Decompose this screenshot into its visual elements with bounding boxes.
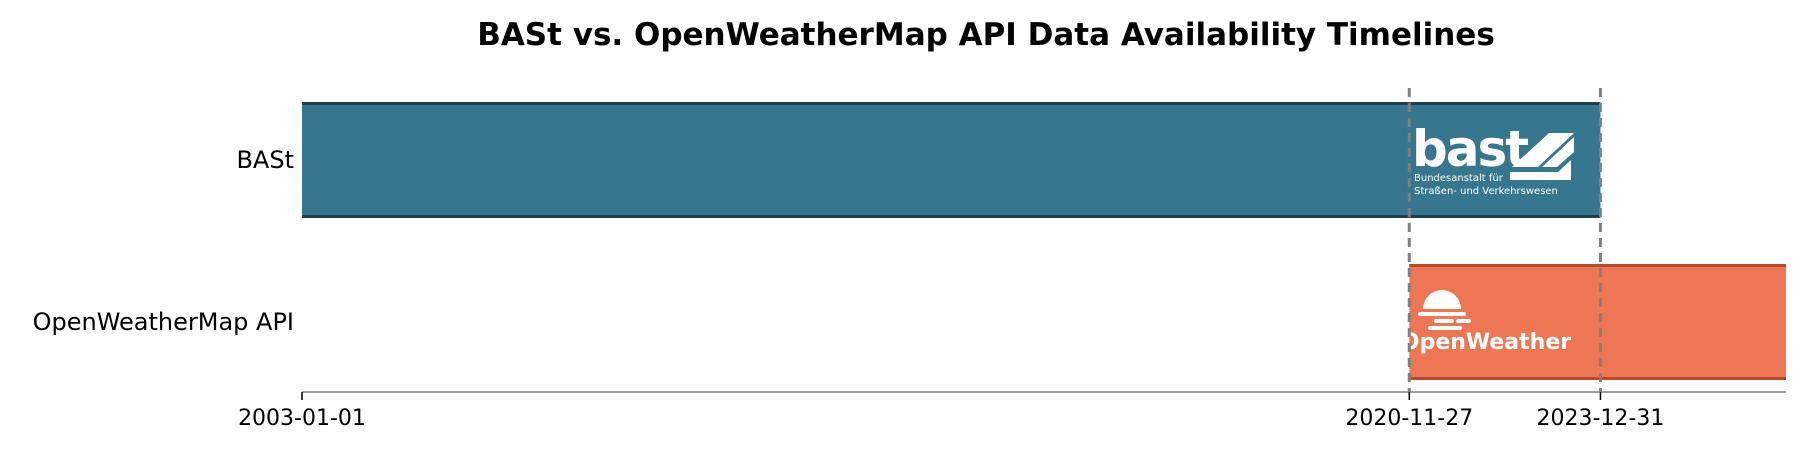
timeline-chart: BASt vs. OpenWeatherMap API Data Availab… [33, 17, 1786, 431]
sun-cloud-icon-bar [1418, 312, 1466, 316]
openweather-wordmark: OpenWeather [1401, 330, 1571, 355]
category-label: OpenWeatherMap API [33, 308, 294, 336]
timeline-bar [302, 102, 1601, 218]
bast-tagline-line1: Bundesanstalt für [1414, 173, 1504, 184]
bast-tagline-line2: Straßen- und Verkehrswesen [1414, 186, 1558, 197]
x-tick-label: 2023-12-31 [1537, 406, 1665, 431]
x-tick-label: 2020-11-27 [1345, 406, 1473, 431]
bast-wordmark: bast [1412, 120, 1528, 178]
category-labels: BASt OpenWeatherMap API [33, 146, 294, 336]
x-axis: 2003-01-01 2020-11-27 2023-12-31 [238, 391, 1786, 431]
chart-title: BASt vs. OpenWeatherMap API Data Availab… [477, 17, 1495, 53]
x-tick-label: 2003-01-01 [238, 406, 366, 431]
category-label: BASt [236, 146, 294, 174]
sun-cloud-icon-bar [1456, 319, 1471, 323]
sun-cloud-icon-bar [1434, 319, 1454, 323]
bars-layer: bastBundesanstalt für Straßen- und Verkeh… [302, 102, 1786, 380]
